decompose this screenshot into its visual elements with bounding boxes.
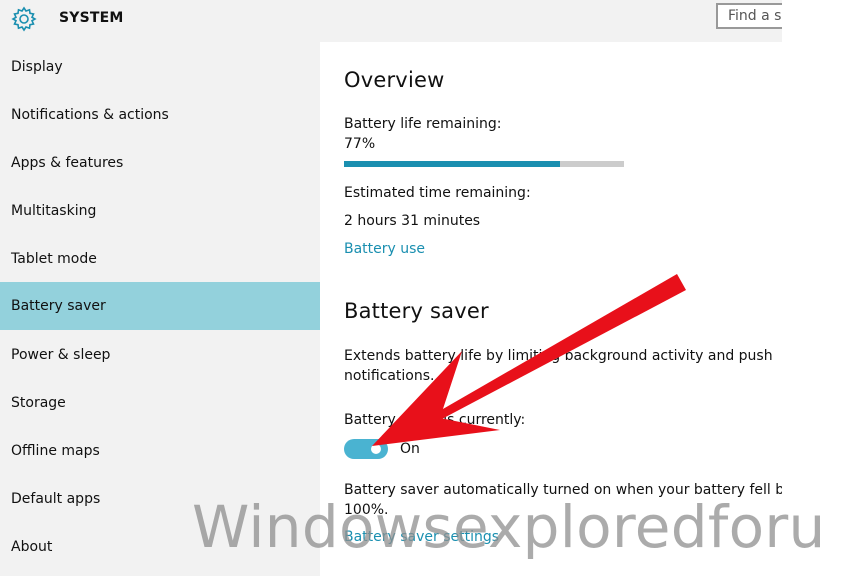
header-bar: SYSTEM Find a se — [0, 0, 782, 42]
sidebar-item-power-sleep[interactable]: Power & sleep — [0, 331, 320, 379]
sidebar-item-display[interactable]: Display — [0, 43, 320, 91]
battery-saver-heading: Battery saver — [344, 299, 489, 323]
overview-heading: Overview — [344, 68, 445, 92]
toggle-state-label: On — [400, 441, 420, 457]
settings-window: SYSTEM Find a se Display Notifications &… — [0, 0, 782, 576]
sidebar-item-notifications[interactable]: Notifications & actions — [0, 91, 320, 139]
sidebar-item-multitasking[interactable]: Multitasking — [0, 187, 320, 235]
battery-percent: 77% — [344, 136, 376, 152]
estimated-time-value: 2 hours 31 minutes — [344, 213, 481, 229]
sidebar-item-battery-saver[interactable]: Battery saver — [0, 282, 320, 330]
battery-life-label: Battery life remaining: — [344, 116, 502, 132]
battery-progress-fill — [344, 161, 560, 167]
search-input[interactable]: Find a se — [716, 3, 782, 29]
gear-icon — [11, 6, 37, 32]
battery-saver-description-line1: Extends battery life by limiting backgro… — [344, 348, 773, 364]
sidebar-item-tablet-mode[interactable]: Tablet mode — [0, 235, 320, 283]
battery-progress-bar — [344, 161, 624, 167]
toggle-knob — [371, 444, 381, 454]
battery-saver-toggle[interactable] — [344, 439, 388, 459]
battery-saver-description-line2: notifications. — [344, 368, 435, 384]
sidebar-item-offline-maps[interactable]: Offline maps — [0, 427, 320, 475]
sidebar-item-storage[interactable]: Storage — [0, 379, 320, 427]
battery-saver-status-label: Battery saver is currently: — [344, 412, 526, 428]
sidebar-item-apps-features[interactable]: Apps & features — [0, 139, 320, 187]
estimated-time-label: Estimated time remaining: — [344, 185, 531, 201]
page-title: SYSTEM — [59, 10, 124, 26]
watermark: Windowsexploredforu — [192, 493, 826, 561]
battery-use-link[interactable]: Battery use — [344, 241, 425, 257]
